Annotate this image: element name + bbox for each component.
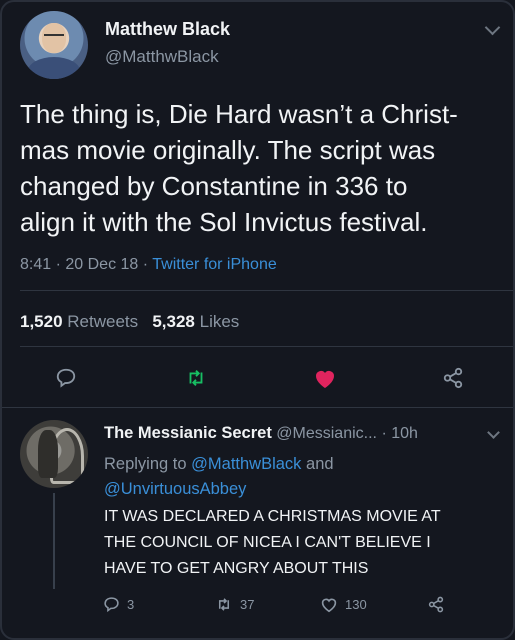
chevron-down-icon[interactable] (487, 426, 500, 439)
meta-dot: · (55, 256, 66, 273)
retweet-icon[interactable] (184, 367, 208, 389)
retweets-label: Retweets (67, 312, 139, 331)
thread-line (53, 493, 55, 589)
reply-author-handle[interactable]: @Messianic... (276, 425, 377, 442)
tweet-meta: 8:41 · 20 Dec 18 · Twitter for iPhone (20, 256, 277, 274)
reply-icon[interactable] (55, 367, 77, 389)
reply-reply-button[interactable]: 3 (103, 596, 134, 613)
retweet-count: 37 (240, 597, 255, 612)
reply-retweet-button[interactable]: 37 (215, 596, 254, 613)
heart-icon[interactable] (313, 367, 337, 389)
heart-outline-icon (321, 598, 337, 613)
reply-like-button[interactable]: 130 (320, 596, 367, 613)
replying-and: and (306, 455, 334, 473)
retweet-icon (218, 598, 230, 611)
author-name[interactable]: Matthew Black (105, 19, 230, 40)
mention-link[interactable]: @UnvirtuousAbbey (104, 480, 246, 498)
divider (20, 290, 515, 291)
avatar[interactable] (20, 11, 88, 79)
reply-age: 10h (391, 425, 418, 442)
reply-author-name[interactable]: The Messianic Secret (104, 424, 272, 442)
reply-text-line: HAVE TO GET ANGRY ABOUT THIS (104, 560, 369, 577)
retweets-stat[interactable]: 1,520 Retweets (20, 312, 138, 331)
retweets-count: 1,520 (20, 312, 63, 331)
likes-label: Likes (199, 312, 240, 331)
share-icon[interactable] (441, 367, 465, 389)
chevron-down-icon[interactable] (484, 19, 501, 36)
tweet-time[interactable]: 8:41 (20, 256, 51, 273)
share-icon (428, 596, 444, 613)
reply-text-line: IT WAS DECLARED A CHRISTMAS MOVIE AT (104, 508, 441, 525)
tweet-text: The thing is, Die Hard wasn’t a Christ- … (20, 96, 500, 240)
tweet-text-line: align it with the Sol Invictus festival. (20, 207, 428, 237)
reply-share-button[interactable] (427, 596, 452, 613)
tweet-stats: 1,520 Retweets 5,328 Likes (20, 312, 239, 332)
avatar-glasses (44, 34, 64, 41)
tweet-source-link[interactable]: Twitter for iPhone (152, 256, 277, 273)
author-handle[interactable]: @MatthwBlack (105, 47, 219, 67)
reply-icon (104, 597, 119, 613)
tweet-text-line: The thing is, Die Hard wasn’t a Christ- (20, 99, 458, 129)
mention-link[interactable]: @MatthwBlack (191, 455, 301, 473)
avatar-shirt (28, 57, 80, 79)
replying-prefix: Replying to (104, 455, 187, 473)
like-count: 130 (345, 597, 367, 612)
reply-avatar[interactable] (20, 420, 88, 488)
divider (20, 346, 515, 347)
reply-text: IT WAS DECLARED A CHRISTMAS MOVIE AT THE… (104, 504, 509, 582)
reply-text-line: THE COUNCIL OF NICEA I CAN'T BELIEVE I (104, 534, 431, 551)
reply-header: The Messianic Secret @Messianic... · 10h (104, 424, 418, 443)
divider (0, 407, 515, 408)
likes-count: 5,328 (152, 312, 195, 331)
reply-count: 3 (127, 597, 135, 612)
tweet-text-line: changed by Constantine in 336 to (20, 171, 408, 201)
likes-stat[interactable]: 5,328 Likes (152, 312, 239, 331)
avatar-figure (38, 430, 58, 478)
meta-dot: · (381, 425, 392, 442)
replying-to: Replying to @MatthwBlack and @Unvirtuous… (104, 452, 504, 502)
tweet-text-line: mas movie originally. The script was (20, 135, 436, 165)
meta-dot: · (142, 256, 153, 273)
tweet-date[interactable]: 20 Dec 18 (65, 256, 138, 273)
